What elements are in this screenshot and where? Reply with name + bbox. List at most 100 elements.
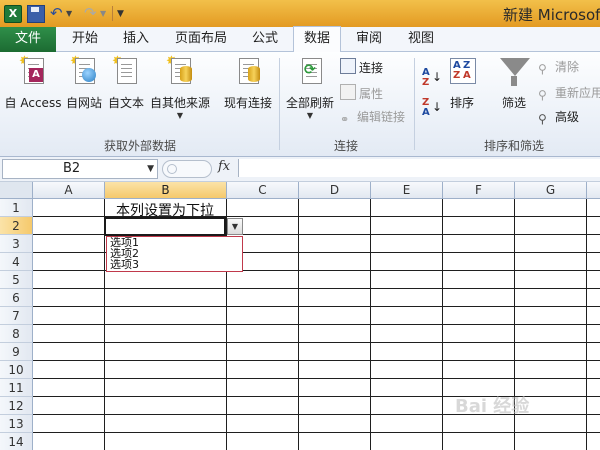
properties-button[interactable]: 属性 (340, 84, 383, 102)
arrow-down-icon: ↓ (432, 70, 443, 84)
row-header-2[interactable]: 2 (0, 217, 33, 235)
chevron-down-icon: ▼ (176, 111, 184, 120)
refresh-all-button[interactable]: ⟳ 全部刷新 ▼ (285, 56, 335, 120)
validation-dropdown-list[interactable]: 选项1 选项2 选项3 (106, 236, 243, 272)
properties-label: 属性 (359, 87, 384, 101)
properties-icon (340, 84, 356, 100)
sort-ascending-button[interactable]: A Z ↓ (420, 68, 442, 90)
row-header-11[interactable]: 11 (0, 379, 33, 397)
reapply-button[interactable]: ⚲ 重新应用 (538, 84, 600, 102)
refresh-all-label: 全部刷新 (285, 96, 334, 110)
filter-button[interactable]: 筛选 (494, 56, 534, 116)
from-text-button[interactable]: ✸ 自文本 (106, 54, 146, 116)
chevron-down-icon: ▼ (306, 111, 314, 120)
tab-formulas[interactable]: 公式 (243, 27, 287, 51)
column-header-g[interactable]: G (515, 182, 587, 199)
name-box-value: B2 (63, 161, 81, 176)
row-header-6[interactable]: 6 (0, 289, 33, 307)
column-header-d[interactable]: D (299, 182, 371, 199)
text-file-icon: ✸ (112, 54, 140, 86)
tab-insert[interactable]: 插入 (114, 27, 158, 51)
connections-button[interactable]: 连接 (340, 58, 383, 76)
column-header-f[interactable]: F (443, 182, 515, 199)
validation-dropdown-button[interactable]: ▼ (227, 218, 243, 235)
redo-icon[interactable]: ↷ (84, 5, 100, 21)
filter-funnel-icon (500, 56, 530, 86)
reapply-icon: ⚲ (538, 88, 547, 102)
tab-file[interactable]: 文件 (0, 27, 56, 52)
row-header-12[interactable]: 12 (0, 397, 33, 415)
formula-bar: B2 ▼ fx (0, 157, 600, 182)
sort-descending-button[interactable]: Z A ↓ (420, 98, 442, 120)
ribbon-tab-bar: 文件 开始 插入 页面布局 公式 数据 审阅 视图 (0, 26, 600, 53)
formula-bar-splitter[interactable] (162, 160, 212, 178)
ribbon: ✸ A 自 Access ✸ 自网站 ✸ 自文本 ✸ 自其他来源 ▼ 获取外部数… (0, 52, 600, 157)
column-header-a[interactable]: A (33, 182, 105, 199)
tab-page-layout[interactable]: 页面布局 (168, 27, 234, 51)
filter-label: 筛选 (501, 96, 526, 110)
save-icon[interactable] (27, 5, 45, 23)
column-header-c[interactable]: C (227, 182, 299, 199)
advanced-button[interactable]: ⚲ 高级 (538, 108, 579, 126)
select-all-corner[interactable] (0, 182, 33, 199)
row-header-14[interactable]: 14 (0, 433, 33, 450)
advanced-label: 高级 (555, 110, 580, 124)
undo-dropdown-icon[interactable]: ▼ (66, 5, 74, 21)
row-header-13[interactable]: 13 (0, 415, 33, 433)
row-header-10[interactable]: 10 (0, 361, 33, 379)
clear-button[interactable]: ⚲ 清除 (538, 58, 579, 76)
database-file-icon: ✸ (166, 54, 194, 86)
group-label-connections: 连接 (334, 139, 359, 153)
link-icon: ⚭ (340, 113, 350, 126)
row-header-3[interactable]: 3 (0, 235, 33, 253)
row-header-7[interactable]: 7 (0, 307, 33, 325)
existing-connections-label: 现有连接 (223, 96, 272, 110)
undo-icon[interactable]: ↶ (50, 5, 66, 21)
tab-view[interactable]: 视图 (399, 27, 443, 51)
connections-icon (340, 58, 356, 74)
column-header-b[interactable]: B (105, 182, 227, 199)
insert-function-icon[interactable]: fx (218, 159, 230, 174)
connections-label: 连接 (359, 61, 384, 75)
row-header-1[interactable]: 1 (0, 199, 33, 217)
from-other-sources-button[interactable]: ✸ 自其他来源 ▼ (149, 54, 211, 120)
from-web-button[interactable]: ✸ 自网站 (64, 54, 104, 116)
title-bar: X ↶ ▼ ↷ ▼ ▼ 新建 Microsoft (0, 0, 600, 27)
excel-logo-icon[interactable]: X (4, 5, 22, 23)
clear-label: 清除 (555, 60, 580, 74)
column-header-h[interactable] (587, 182, 600, 199)
arrow-down-icon: ↓ (432, 100, 443, 114)
gridline (104, 199, 105, 450)
name-box[interactable]: B2 ▼ (2, 159, 158, 179)
cell-b2-active[interactable] (104, 217, 226, 236)
chevron-down-icon: ▼ (231, 222, 239, 231)
web-file-icon: ✸ (70, 54, 98, 86)
from-text-label: 自文本 (107, 96, 144, 110)
access-file-icon: ✸ A (19, 54, 47, 86)
chevron-down-icon[interactable]: ▼ (147, 160, 154, 178)
group-separator (279, 58, 280, 150)
sort-label: 排序 (449, 96, 474, 110)
existing-connections-icon (234, 56, 262, 86)
gridline (586, 199, 587, 450)
sort-button[interactable]: AZ ZA 排序 (444, 56, 480, 116)
customize-toolbar-icon[interactable]: ▼ (117, 5, 127, 21)
from-access-button[interactable]: ✸ A 自 Access (4, 54, 62, 116)
column-header-e[interactable]: E (371, 182, 443, 199)
existing-connections-button[interactable]: 现有连接 (222, 56, 274, 116)
edit-links-button[interactable]: ⚭ 编辑链接 (340, 108, 405, 126)
row-header-8[interactable]: 8 (0, 325, 33, 343)
watermark: Bai 经验 (455, 396, 530, 417)
redo-dropdown-icon[interactable]: ▼ (100, 5, 108, 21)
from-access-label: 自 Access (4, 96, 62, 110)
dropdown-option-3[interactable]: 选项3 (107, 259, 242, 270)
formula-input[interactable] (238, 159, 600, 177)
from-other-sources-label: 自其他来源 (149, 96, 210, 110)
row-header-5[interactable]: 5 (0, 271, 33, 289)
tab-review[interactable]: 审阅 (347, 27, 391, 51)
tab-data[interactable]: 数据 (293, 26, 341, 53)
advanced-filter-icon: ⚲ (538, 112, 547, 126)
row-header-9[interactable]: 9 (0, 343, 33, 361)
tab-home[interactable]: 开始 (62, 27, 108, 51)
row-header-4[interactable]: 4 (0, 253, 33, 271)
